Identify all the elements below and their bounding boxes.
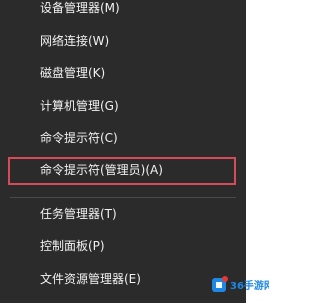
menu-item-disk-management[interactable]: 磁盘管理(K)	[0, 61, 246, 85]
menu-item-device-manager[interactable]: 设备管理器(M)	[0, 0, 246, 20]
menu-item-label: 文件资源管理器(E)	[40, 272, 141, 286]
menu-list: 设备管理器(M) 网络连接(W) 磁盘管理(K) 计算机管理(G) 命令提示符(…	[0, 0, 246, 303]
watermark-logo: 36手游网	[211, 275, 269, 295]
menu-item-computer-management[interactable]: 计算机管理(G)	[0, 94, 246, 118]
menu-item-task-manager[interactable]: 任务管理器(T)	[0, 202, 246, 226]
menu-item-label: 网络连接(W)	[40, 34, 110, 48]
selected-menu-highlight	[8, 157, 236, 185]
context-menu: 设备管理器(M) 网络连接(W) 磁盘管理(K) 计算机管理(G) 命令提示符(…	[0, 0, 246, 303]
menu-item-label: 命令提示符(C)	[40, 131, 118, 145]
watermark-text: 36手游网	[230, 279, 269, 292]
menu-separator	[10, 197, 236, 198]
menu-item-label: 磁盘管理(K)	[40, 66, 106, 80]
menu-item-label: 计算机管理(G)	[40, 99, 119, 113]
menu-item-label: 设备管理器(M)	[40, 1, 120, 15]
menu-item-network-connections[interactable]: 网络连接(W)	[0, 29, 246, 53]
menu-item-label: 任务管理器(T)	[40, 207, 117, 221]
menu-item-file-explorer[interactable]: 文件资源管理器(E)	[0, 267, 246, 291]
watermark-icon: 36手游网	[212, 276, 269, 292]
menu-item-control-panel[interactable]: 控制面板(P)	[0, 234, 246, 258]
menu-item-command-prompt[interactable]: 命令提示符(C)	[0, 126, 246, 150]
menu-item-label: 控制面板(P)	[40, 239, 105, 253]
